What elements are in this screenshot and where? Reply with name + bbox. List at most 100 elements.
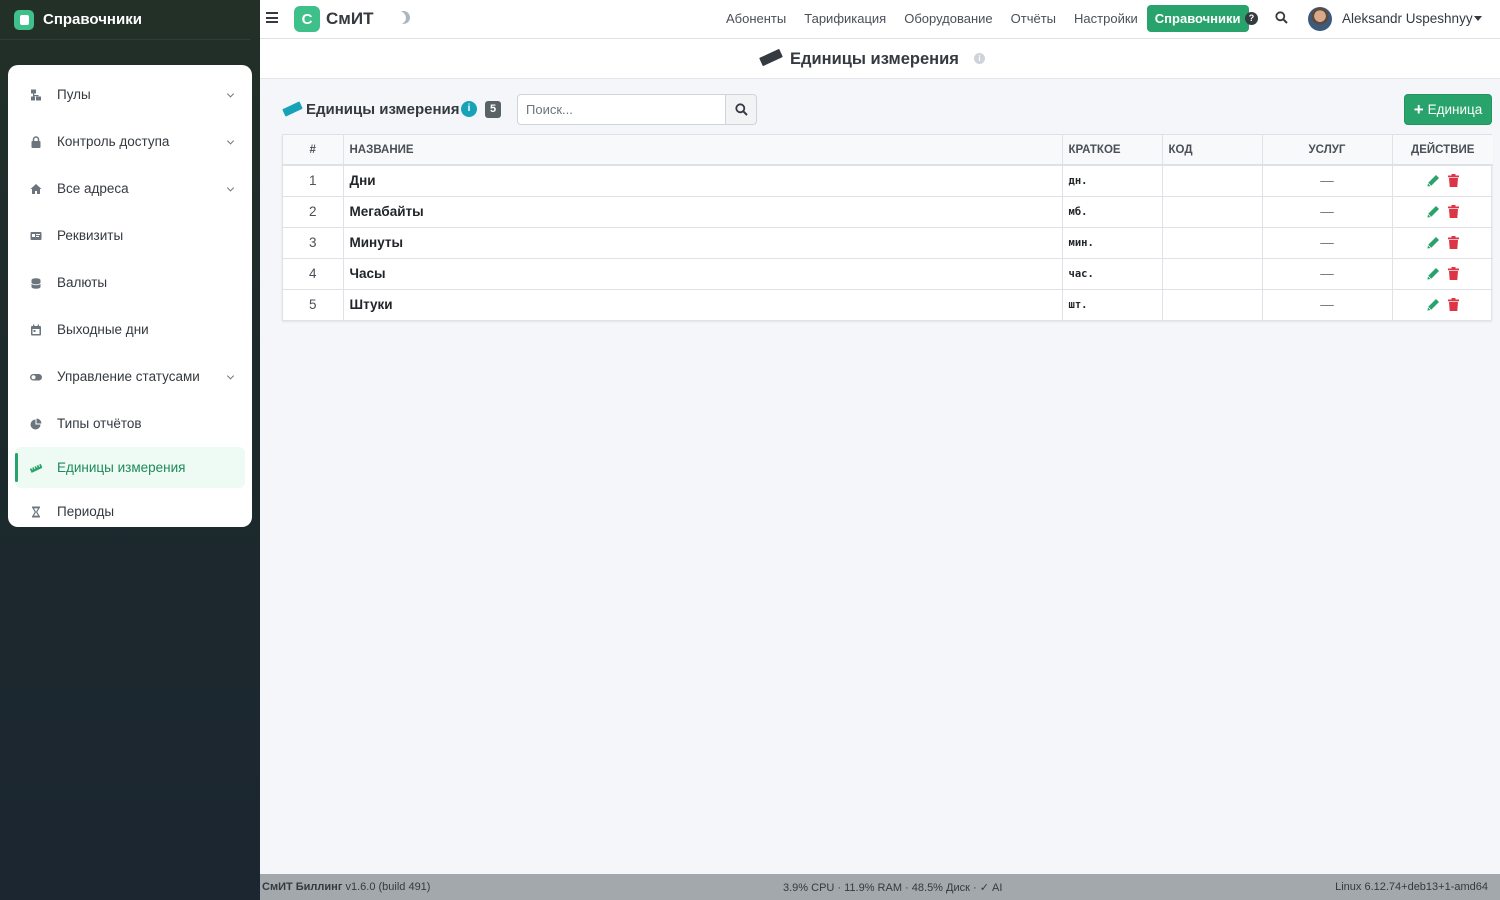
table-row: 3 Минуты мин. — — [283, 226, 1493, 258]
nav-reports[interactable]: Отчёты — [1011, 11, 1056, 26]
table-row: 2 Мегабайты мб. — — [283, 195, 1493, 227]
cell-number: 2 — [283, 195, 344, 227]
nav-directories[interactable]: Справочники — [1146, 5, 1249, 32]
add-unit-button[interactable]: + Единица — [1404, 94, 1492, 125]
cell-number: 1 — [283, 164, 344, 196]
info-icon[interactable]: i — [974, 53, 985, 64]
cell-code — [1162, 257, 1263, 289]
cell-services: — — [1262, 164, 1393, 196]
user-name[interactable]: Aleksandr Uspeshnyy — [1342, 11, 1473, 26]
menu-toggle-icon[interactable] — [266, 12, 278, 23]
topbar: С СмИТ Абоненты Тарификация Оборудование… — [260, 0, 1500, 39]
footer-os: Linux 6.12.74+deb13+1-amd64 — [1335, 881, 1488, 893]
cell-name: Мегабайты — [343, 195, 1063, 227]
sidebar-item-report-types[interactable]: Типы отчётов — [15, 400, 245, 447]
nav-subscribers[interactable]: Абоненты — [726, 11, 786, 26]
page-header: Единицы измерения i — [260, 39, 1500, 79]
sidebar-item-status-management[interactable]: Управление статусами — [15, 353, 245, 400]
sidebar-item-access-control[interactable]: Контроль доступа — [15, 118, 245, 165]
dark-mode-toggle-icon[interactable] — [395, 9, 412, 26]
sidebar-brand[interactable]: Справочники — [0, 0, 250, 40]
cell-name: Дни — [343, 164, 1063, 196]
delete-icon[interactable] — [1448, 267, 1460, 280]
edit-icon[interactable] — [1426, 205, 1440, 219]
nav-tariffing[interactable]: Тарификация — [804, 11, 886, 26]
toggle-icon — [30, 371, 42, 383]
pie-chart-icon — [30, 418, 42, 430]
footer-version: СмИТ Биллинг v1.6.0 (build 491) — [262, 881, 430, 893]
sidebar-item-units[interactable]: Единицы измерения — [15, 447, 245, 488]
footer-stats: 3.9% CPU · 11.9% RAM · 48.5% Диск · ✓ AI — [783, 882, 1003, 894]
column-header-actions: ДЕЙСТВИЕ — [1392, 135, 1493, 166]
cell-actions — [1392, 164, 1493, 196]
delete-icon[interactable] — [1448, 298, 1460, 312]
cell-code — [1162, 164, 1263, 196]
cell-number: 3 — [283, 226, 344, 258]
column-header-code[interactable]: КОД — [1162, 135, 1263, 166]
network-icon — [30, 89, 42, 101]
nav-equipment[interactable]: Оборудование — [904, 11, 992, 26]
lock-icon — [30, 135, 42, 148]
cell-name: Часы — [343, 257, 1063, 289]
avatar[interactable] — [1308, 7, 1332, 31]
edit-icon[interactable] — [1426, 236, 1440, 250]
calendar-icon — [30, 324, 42, 336]
edit-icon[interactable] — [1426, 267, 1440, 281]
sidebar-item-currencies[interactable]: Валюты — [15, 259, 245, 306]
sidebar-item-label: Единицы измерения — [57, 460, 186, 475]
table-row: 1 Дни дн. — — [283, 164, 1493, 196]
cell-short: час. — [1062, 257, 1163, 289]
hourglass-icon — [30, 506, 42, 518]
cell-short: шт. — [1062, 288, 1163, 320]
cell-services: — — [1262, 257, 1393, 289]
info-icon[interactable]: i — [461, 101, 477, 117]
edit-icon[interactable] — [1426, 174, 1440, 188]
sidebar-item-label: Периоды — [57, 504, 115, 519]
help-icon[interactable]: ? — [1245, 12, 1258, 25]
sidebar-item-label: Пулы — [57, 87, 91, 102]
cell-name: Штуки — [343, 288, 1063, 320]
column-header-number[interactable]: # — [283, 135, 344, 166]
cell-code — [1162, 288, 1263, 320]
cell-code — [1162, 226, 1263, 258]
book-icon — [14, 9, 34, 30]
ruler-icon — [282, 101, 303, 117]
delete-icon[interactable] — [1448, 174, 1460, 188]
sidebar-item-all-addresses[interactable]: Все адреса — [15, 165, 245, 212]
app-logo[interactable]: С — [294, 6, 320, 32]
delete-icon[interactable] — [1448, 236, 1460, 249]
sidebar-menu: Пулы Контроль доступа Все адреса Реквизи… — [8, 65, 252, 527]
nav-settings[interactable]: Настройки — [1074, 11, 1138, 26]
delete-icon[interactable] — [1448, 205, 1460, 218]
cell-name: Минуты — [343, 226, 1063, 258]
sidebar-item-pools[interactable]: Пулы — [15, 71, 245, 118]
caret-down-icon[interactable] — [1474, 16, 1482, 21]
add-unit-label: Единица — [1427, 102, 1483, 117]
ruler-icon — [759, 48, 783, 67]
column-header-name[interactable]: НАЗВАНИЕ — [343, 135, 1063, 166]
cell-actions — [1392, 257, 1493, 289]
search-icon[interactable] — [1275, 11, 1288, 24]
footer-product: СмИТ Биллинг — [262, 881, 343, 893]
edit-icon[interactable] — [1426, 298, 1440, 312]
sidebar-item-label: Валюты — [57, 275, 108, 290]
app-name[interactable]: СмИТ — [326, 9, 373, 29]
column-header-short[interactable]: КРАТКОЕ — [1062, 135, 1163, 166]
search-button[interactable] — [725, 94, 757, 125]
cell-short: дн. — [1062, 164, 1163, 196]
cell-code — [1162, 195, 1263, 227]
sidebar-item-label: Типы отчётов — [57, 416, 142, 431]
search-input[interactable] — [517, 94, 726, 125]
sidebar-item-holidays[interactable]: Выходные дни — [15, 306, 245, 353]
cell-actions — [1392, 195, 1493, 227]
ruler-icon — [30, 462, 42, 474]
coins-icon — [30, 277, 42, 289]
sidebar-item-label: Все адреса — [57, 181, 129, 196]
cell-actions — [1392, 288, 1493, 320]
page-title: Единицы измерения — [790, 50, 959, 68]
column-header-services[interactable]: УСЛУГ — [1262, 135, 1393, 166]
sidebar-item-periods[interactable]: Периоды — [15, 488, 245, 535]
cell-short: мб. — [1062, 195, 1163, 227]
sidebar-item-requisites[interactable]: Реквизиты — [15, 212, 245, 259]
home-icon — [30, 183, 42, 195]
